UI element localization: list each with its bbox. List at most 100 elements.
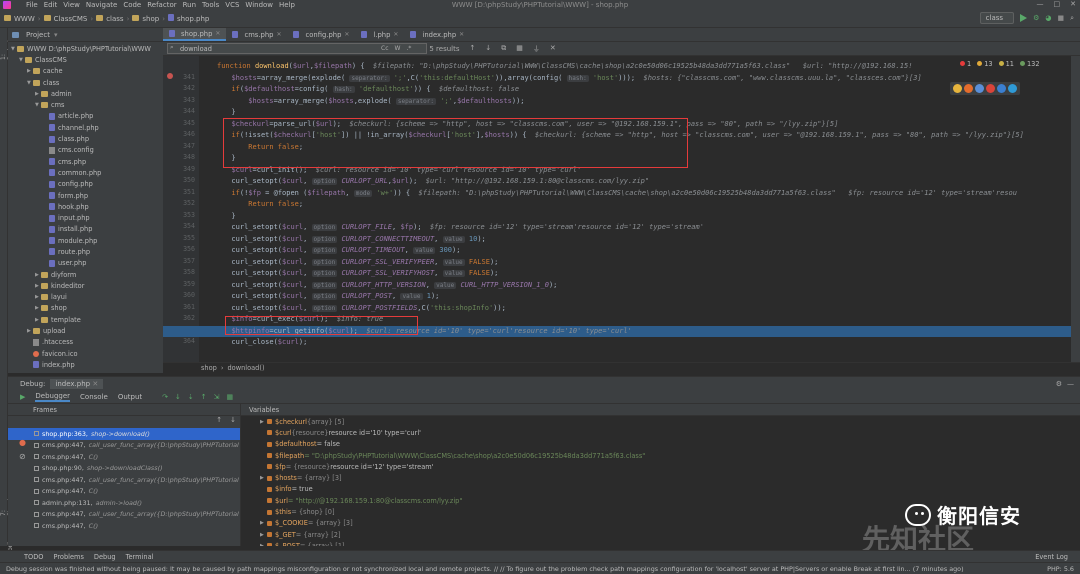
tool-button-problems[interactable]: Problems	[54, 553, 84, 561]
editor-breadcrumb-item[interactable]: shop	[201, 364, 217, 372]
chevron-right-icon[interactable]: ▶	[260, 532, 267, 538]
project-panel-title[interactable]: Project	[26, 31, 50, 39]
tree-node[interactable]: ▶ kindeditor	[8, 280, 163, 291]
variable-row[interactable]: $fp = {resource} resource id='12' type='…	[241, 461, 1080, 472]
code-line[interactable]: curl_setopt($curl, option CURLOPT_POST, …	[199, 291, 1080, 303]
tab-shop-php[interactable]: shop.php ✕	[163, 28, 227, 41]
down-arrow-icon[interactable]: ↓	[230, 416, 236, 428]
menu-vcs[interactable]: VCS	[225, 1, 239, 9]
tree-node[interactable]: user.php	[8, 258, 163, 269]
code-line[interactable]: if(!$fp = @fopen ($filepath, mode 'w+'))…	[199, 188, 1080, 200]
tree-node[interactable]: ▶ cache	[8, 66, 163, 77]
code-line[interactable]: curl_setopt($curl, option CURLOPT_SSL_VE…	[199, 268, 1080, 280]
code-line[interactable]: }	[199, 107, 1080, 119]
code-line[interactable]: curl_setopt($curl, option CURLOPT_HTTP_V…	[199, 280, 1080, 292]
code-line[interactable]: curl_setopt($curl, option CURLOPT_URL,$u…	[199, 176, 1080, 188]
up-arrow-icon[interactable]: ↑	[216, 416, 222, 428]
frame-row[interactable]: cms.php:447, C()	[8, 451, 240, 463]
tree-node[interactable]: hook.php	[8, 201, 163, 212]
frame-row[interactable]: cms.php:447, C()	[8, 486, 240, 498]
editor-breadcrumb-item[interactable]: download()	[227, 364, 264, 372]
variable-row[interactable]: $curl {resource} resource id='10' type='…	[241, 427, 1080, 438]
menu-file[interactable]: File	[26, 1, 38, 9]
tree-node[interactable]: cms.php	[8, 156, 163, 167]
view-breakpoints-icon[interactable]: ●	[19, 438, 26, 447]
breakpoint-icon[interactable]	[167, 73, 173, 79]
mute-breakpoints-icon[interactable]: ⊘	[19, 452, 26, 461]
maximize-icon[interactable]: □	[1054, 0, 1061, 8]
breadcrumb-item[interactable]: class	[96, 14, 124, 23]
whole-word-icon[interactable]: W	[395, 45, 401, 52]
select-all-icon[interactable]: ▦	[516, 44, 523, 54]
event-log-button[interactable]: Event Log	[1035, 553, 1068, 561]
next-occurrence-icon[interactable]: ↓	[485, 44, 491, 54]
tree-node[interactable]: module.php	[8, 235, 163, 246]
menu-view[interactable]: View	[63, 1, 80, 9]
tree-node[interactable]: cms.config	[8, 145, 163, 156]
code-line[interactable]: curl_setopt($curl, option CURLOPT_POSTFI…	[199, 303, 1080, 315]
code-line[interactable]: }	[199, 211, 1080, 223]
frame-row[interactable]: cms.php:447, call_user_func_array({D:\php…	[8, 440, 240, 452]
regex-icon[interactable]: .*	[406, 45, 411, 52]
run-to-cursor-icon[interactable]: ⇲	[214, 393, 220, 401]
menu-run[interactable]: Run	[183, 1, 196, 9]
tab-index-php[interactable]: index.php ✕	[404, 28, 470, 41]
structure-tool-tab[interactable]: 7: Structure	[0, 486, 14, 516]
code-line[interactable]: curl_setopt($curl, option CURLOPT_SSL_VE…	[199, 257, 1080, 269]
close-tab-icon[interactable]: ✕	[215, 30, 220, 37]
tab-config-php[interactable]: config.php ✕	[287, 28, 355, 41]
code-line[interactable]: curl_setopt($curl, option CURLOPT_FILE, …	[199, 222, 1080, 234]
menu-refactor[interactable]: Refactor	[147, 1, 176, 9]
inspection-widget[interactable]: 1 13 11 132	[960, 60, 1040, 68]
menu-window[interactable]: Window	[245, 1, 273, 9]
variable-row[interactable]: ▶ $checkurl {array} [5]	[241, 416, 1080, 427]
tree-node[interactable]: class.php	[8, 133, 163, 144]
frame-row[interactable]: cms.php:447, call_user_func_array({D:\php…	[8, 474, 240, 486]
menu-code[interactable]: Code	[123, 1, 141, 9]
ie-icon[interactable]	[997, 84, 1006, 93]
chevron-down-icon[interactable]: ▾	[54, 31, 58, 39]
debug-session-tab[interactable]: index.php ✕	[50, 378, 104, 389]
step-into-icon[interactable]: ↓	[175, 393, 181, 401]
chevron-right-icon[interactable]: ▶	[260, 543, 267, 546]
php-version[interactable]: PHP: 5.6	[1047, 565, 1074, 573]
stop-icon[interactable]: ■	[1057, 14, 1064, 22]
tree-node[interactable]: ▼ cms	[8, 99, 163, 110]
close-icon[interactable]: ✕	[1070, 0, 1076, 8]
tree-node[interactable]: ▼ WWW D:\phpStudy\PHPTutorial\WWW	[8, 43, 163, 54]
edge-icon[interactable]	[1008, 84, 1017, 93]
settings-gear-icon[interactable]: ⚙	[1056, 380, 1062, 388]
tool-button-terminal[interactable]: Terminal	[126, 553, 154, 561]
close-find-icon[interactable]: ✕	[550, 44, 556, 54]
debug-icon[interactable]: ⚙	[1033, 14, 1039, 22]
safari-icon[interactable]	[975, 84, 984, 93]
step-out-icon[interactable]: ↑	[201, 393, 207, 401]
tree-node[interactable]: favicon.ico	[8, 348, 163, 359]
opera-icon[interactable]	[986, 84, 995, 93]
tree-node[interactable]: ▶ upload	[8, 325, 163, 336]
hide-panel-icon[interactable]: —	[1067, 380, 1074, 388]
tree-node[interactable]: ▼ ClassCMS	[8, 54, 163, 65]
tree-node[interactable]: ▶ template	[8, 314, 163, 325]
code-line[interactable]: $hosts=array_merge(explode( separator: '…	[199, 73, 1080, 85]
run-config-select[interactable]: class	[979, 12, 1015, 24]
debug-tab-debugger[interactable]: Debugger	[35, 392, 71, 402]
variable-row[interactable]: $filepath = "D:\phpStudy\PHPTutorial\WWW…	[241, 450, 1080, 461]
breadcrumb-item[interactable]: ClassCMS	[43, 14, 87, 23]
tree-node[interactable]: config.php	[8, 179, 163, 190]
frame-row[interactable]: shop.php:363, shop->download()	[8, 428, 240, 440]
tree-node[interactable]: ▶ diyform	[8, 269, 163, 280]
variable-row[interactable]: ▶ $hosts = {array} [3]	[241, 472, 1080, 483]
tree-node[interactable]: .htaccess	[8, 337, 163, 348]
project-tool-tab[interactable]: 1: Project	[0, 34, 14, 60]
run-icon[interactable]	[1020, 14, 1028, 22]
filter-icon[interactable]: ⏚	[533, 44, 540, 54]
variable-row[interactable]: $info = true	[241, 484, 1080, 495]
menu-edit[interactable]: Edit	[44, 1, 58, 9]
tool-button-todo[interactable]: TODO	[24, 553, 44, 561]
chrome-icon[interactable]	[953, 84, 962, 93]
step-over-icon[interactable]: ↷	[162, 393, 168, 401]
code-line[interactable]: function download($url,$filepath) { $fil…	[199, 61, 1080, 73]
resume-icon[interactable]: ▶	[20, 393, 25, 401]
previous-occurrence-icon[interactable]: ↑	[470, 44, 476, 54]
